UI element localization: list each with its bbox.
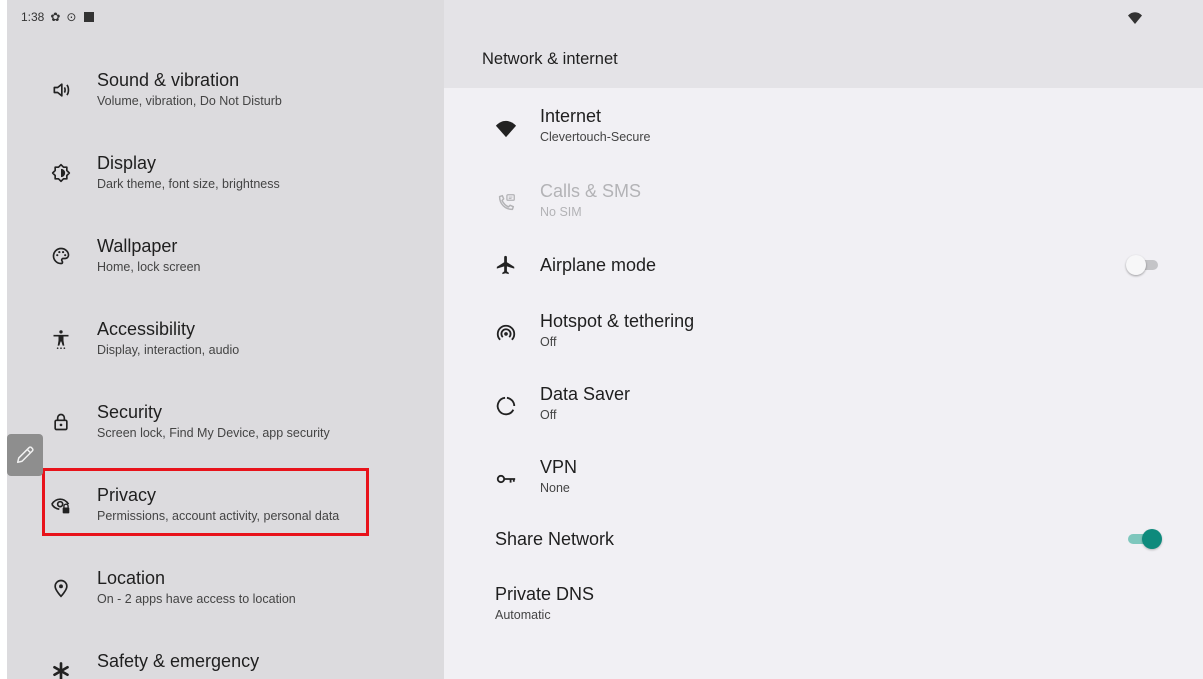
row-data-saver[interactable]: Data Saver Off xyxy=(444,376,1203,436)
row-title: Private DNS xyxy=(495,584,595,604)
sidebar-item-title: Sound & vibration xyxy=(97,70,240,90)
page-title: Network & internet xyxy=(482,50,618,68)
airplane-mode-toggle[interactable] xyxy=(1126,255,1162,275)
sidebar-item-sound-vibration[interactable]: Sound & vibration Volume, vibration, Do … xyxy=(7,62,444,124)
row-hotspot-tethering[interactable]: Hotspot & tethering Off xyxy=(444,303,1203,363)
row-internet[interactable]: Internet Clevertouch-Secure xyxy=(444,98,1203,158)
settings-sidebar: 1:38 ✿ ⊙ Sound & vibration Volume, vibra… xyxy=(7,0,444,679)
sidebar-item-title: Wallpaper xyxy=(97,236,178,256)
sidebar-item-location[interactable]: Location On - 2 apps have access to loca… xyxy=(7,560,444,622)
row-subtitle: None xyxy=(540,481,570,495)
settings-gear-icon: ✿ xyxy=(50,10,61,24)
toggle-thumb xyxy=(1142,529,1162,549)
wifi-icon xyxy=(494,116,518,140)
row-subtitle: No SIM xyxy=(540,205,582,219)
sidebar-item-safety-emergency[interactable]: Safety & emergency xyxy=(7,643,444,679)
display-brightness-icon xyxy=(51,163,71,183)
row-title: Hotspot & tethering xyxy=(540,311,695,331)
row-vpn[interactable]: VPN None xyxy=(444,449,1203,509)
sidebar-item-subtitle: Screen lock, Find My Device, app securit… xyxy=(97,426,330,440)
volume-icon xyxy=(51,80,71,100)
sidebar-item-title: Display xyxy=(97,153,157,173)
sidebar-item-subtitle: On - 2 apps have access to location xyxy=(97,592,296,606)
row-title: Internet xyxy=(540,106,602,126)
lock-icon xyxy=(51,412,71,432)
sidebar-item-title: Accessibility xyxy=(97,319,196,339)
row-subtitle: Automatic xyxy=(495,608,551,622)
row-title: VPN xyxy=(540,457,578,477)
sidebar-item-title: Safety & emergency xyxy=(97,651,260,671)
status-time: 1:38 xyxy=(21,10,45,24)
sidebar-item-title: Security xyxy=(97,402,163,422)
row-subtitle: Off xyxy=(540,408,557,422)
row-title: Airplane mode xyxy=(540,255,657,275)
vpn-key-icon xyxy=(494,467,518,491)
sidebar-item-subtitle: Dark theme, font size, brightness xyxy=(97,177,280,191)
row-subtitle: Clevertouch-Secure xyxy=(540,130,651,144)
row-share-network[interactable]: Share Network xyxy=(444,521,1203,581)
row-title: Data Saver xyxy=(540,384,631,404)
row-title: Share Network xyxy=(495,529,615,549)
sidebar-item-accessibility[interactable]: Accessibility Display, interaction, audi… xyxy=(7,311,444,373)
row-title: Calls & SMS xyxy=(540,181,642,201)
toggle-thumb xyxy=(1126,255,1146,275)
sidebar-item-privacy[interactable]: Privacy Permissions, account activity, p… xyxy=(7,477,444,539)
edit-pencil-button[interactable] xyxy=(7,434,43,476)
settings-screen: 1:38 ✿ ⊙ Sound & vibration Volume, vibra… xyxy=(0,0,1203,679)
sidebar-item-subtitle: Home, lock screen xyxy=(97,260,201,274)
detail-header: Network & internet xyxy=(444,0,1203,88)
sidebar-item-subtitle: Permissions, account activity, personal … xyxy=(97,509,340,523)
airplane-icon xyxy=(494,253,518,277)
share-network-toggle[interactable] xyxy=(1126,529,1162,549)
asterisk-icon xyxy=(51,661,71,679)
row-airplane-mode[interactable]: Airplane mode xyxy=(444,247,1203,307)
location-pin-icon xyxy=(51,578,71,598)
wifi-status-icon xyxy=(1128,12,1142,24)
sidebar-item-security[interactable]: Security Screen lock, Find My Device, ap… xyxy=(7,394,444,456)
accessibility-icon xyxy=(51,329,71,349)
sidebar-item-subtitle: Volume, vibration, Do Not Disturb xyxy=(97,94,282,108)
status-bar: 1:38 ✿ ⊙ xyxy=(21,9,95,25)
data-saver-icon xyxy=(494,394,518,418)
hotspot-icon xyxy=(494,321,518,345)
circle-dot-icon: ⊙ xyxy=(66,10,77,24)
sidebar-item-wallpaper[interactable]: Wallpaper Home, lock screen xyxy=(7,228,444,290)
palette-icon xyxy=(51,246,71,266)
sidebar-item-title: Privacy xyxy=(97,485,157,505)
square-icon xyxy=(84,12,95,22)
sidebar-item-title: Location xyxy=(97,568,166,588)
row-calls-sms: Calls & SMS No SIM xyxy=(444,173,1203,233)
privacy-eye-lock-icon xyxy=(51,495,71,515)
row-private-dns[interactable]: Private DNS Automatic xyxy=(444,576,1203,636)
row-subtitle: Off xyxy=(540,335,557,349)
pencil-icon xyxy=(16,446,34,464)
sidebar-item-display[interactable]: Display Dark theme, font size, brightnes… xyxy=(7,145,444,207)
calls-sms-icon xyxy=(494,191,518,215)
sidebar-item-subtitle: Display, interaction, audio xyxy=(97,343,240,357)
